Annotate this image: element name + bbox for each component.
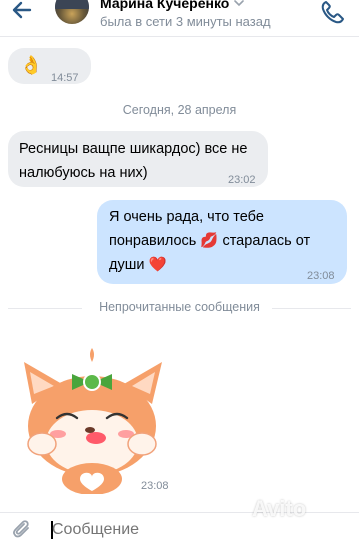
paperclip-icon[interactable]	[12, 519, 34, 540]
avatar[interactable]	[55, 0, 89, 24]
unread-separator: Непрочитанные сообщения	[0, 300, 359, 316]
incoming-message[interactable]: 👌 14:57	[8, 48, 91, 84]
ok-hand-emoji: 👌	[20, 55, 43, 75]
avito-watermark: Avito	[252, 496, 307, 521]
phone-icon	[321, 1, 344, 24]
chat-header: Марина Кучеренко была в сети 3 минуты на…	[0, 0, 359, 36]
call-button[interactable]	[318, 0, 346, 26]
message-time: 14:57	[51, 72, 79, 84]
date-separator: Сегодня, 28 апреля	[122, 103, 237, 117]
chevron-down-icon	[234, 0, 245, 7]
separator-line	[272, 308, 351, 309]
message-time: 23:08	[141, 480, 169, 492]
cat-kiss-sticker[interactable]	[12, 334, 172, 494]
message-input[interactable]	[52, 521, 232, 539]
back-button[interactable]	[8, 0, 38, 28]
incoming-message[interactable]: Ресницы ващпе шикардос) все не налюбуюсь…	[8, 131, 268, 187]
outgoing-message[interactable]: Я очень рада, что тебе понравилось 💋 ста…	[97, 200, 347, 284]
message-time: 23:02	[228, 174, 256, 186]
message-text: Ресницы ващпе шикардос) все не налюбуюсь…	[19, 141, 248, 181]
header-divider	[0, 36, 359, 37]
message-time: 23:08	[307, 270, 335, 282]
arrow-left-icon	[12, 1, 32, 19]
contact-name: Марина Кучеренко	[100, 0, 230, 11]
last-seen-status: была в сети 3 минуты назад	[100, 14, 271, 29]
unread-label: Непрочитанные сообщения	[99, 300, 260, 314]
message-text: Я очень рада, что тебе понравилось 💋 ста…	[109, 209, 311, 273]
contact-name-row[interactable]: Марина Кучеренко	[100, 0, 245, 12]
